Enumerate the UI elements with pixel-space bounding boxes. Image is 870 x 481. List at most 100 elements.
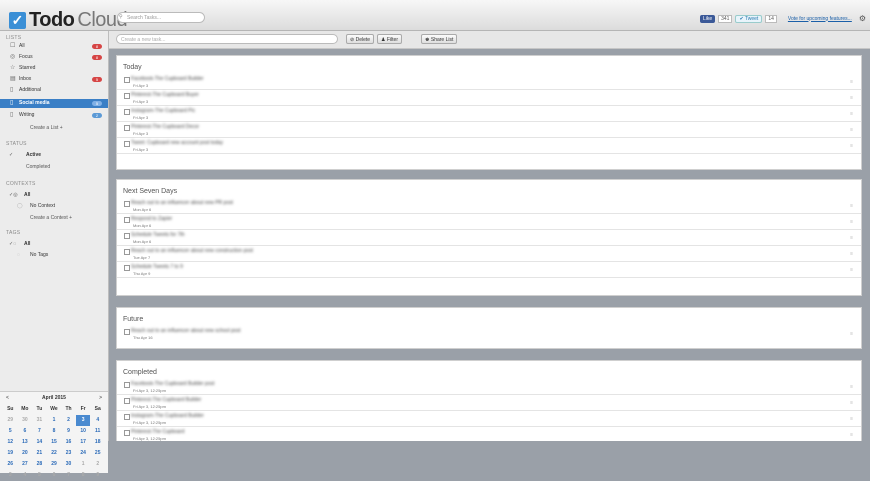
task-checkbox[interactable] bbox=[124, 141, 130, 147]
calendar-day[interactable]: 16 bbox=[61, 437, 76, 448]
sidebar-item-all[interactable]: ☐ All 8 bbox=[0, 42, 108, 51]
more-icon[interactable]: ≡ bbox=[850, 384, 853, 390]
task-row[interactable]: Reach out to an influencer about new sch… bbox=[117, 327, 861, 342]
task-checkbox[interactable] bbox=[124, 265, 130, 271]
task-row[interactable]: Respond to Zapier Mon Apr 6 ≡ bbox=[117, 215, 861, 230]
sidebar-item-writing[interactable]: ▯ Writing 2 bbox=[0, 111, 108, 120]
calendar-day[interactable]: 25 bbox=[90, 448, 105, 459]
more-icon[interactable]: ≡ bbox=[850, 127, 853, 133]
more-icon[interactable]: ≡ bbox=[850, 143, 853, 149]
more-icon[interactable]: ≡ bbox=[850, 219, 853, 225]
calendar-day[interactable]: 12 bbox=[3, 437, 18, 448]
calendar-day[interactable]: 30 bbox=[61, 459, 76, 470]
tweet-button[interactable]: ✔ Tweet bbox=[735, 14, 763, 23]
calendar-day[interactable]: 27 bbox=[18, 459, 33, 470]
more-icon[interactable]: ≡ bbox=[850, 95, 853, 101]
task-checkbox[interactable] bbox=[124, 430, 130, 436]
calendar-day[interactable]: 8 bbox=[76, 470, 91, 481]
task-checkbox[interactable] bbox=[124, 125, 130, 131]
more-icon[interactable]: ≡ bbox=[850, 79, 853, 85]
calendar-day[interactable]: 21 bbox=[32, 448, 47, 459]
sidebar-item-starred[interactable]: ☆ Starred bbox=[0, 64, 108, 73]
task-row[interactable]: Pinterest-The Cupboard Decor Fri Apr 3 ≡ bbox=[117, 123, 861, 138]
more-icon[interactable]: ≡ bbox=[850, 432, 853, 438]
calendar-day[interactable]: 14 bbox=[32, 437, 47, 448]
more-icon[interactable]: ≡ bbox=[850, 331, 853, 337]
task-checkbox[interactable] bbox=[124, 109, 130, 115]
more-icon[interactable]: ≡ bbox=[850, 235, 853, 241]
calendar-day[interactable]: 18 bbox=[90, 437, 105, 448]
task-checkbox[interactable] bbox=[124, 201, 130, 207]
status-active[interactable]: Active bbox=[26, 152, 41, 158]
task-checkbox[interactable] bbox=[124, 414, 130, 420]
task-checkbox[interactable] bbox=[124, 398, 130, 404]
task-row[interactable]: Reach out to an influencer about new con… bbox=[117, 247, 861, 262]
task-row[interactable]: Pinterest-The Cupboard Buyer Fri Apr 3 ≡ bbox=[117, 91, 861, 106]
task-row[interactable]: Reach out to an influencer about new PR … bbox=[117, 199, 861, 214]
calendar-day[interactable]: 4 bbox=[18, 470, 33, 481]
more-icon[interactable]: ≡ bbox=[850, 111, 853, 117]
calendar-day-today[interactable]: 3 bbox=[75, 415, 91, 426]
context-none[interactable]: No Context bbox=[30, 203, 55, 209]
calendar-day[interactable]: 26 bbox=[3, 459, 18, 470]
task-row[interactable]: Tweet: Cupboard new account post today Fr… bbox=[117, 139, 861, 154]
task-checkbox[interactable] bbox=[124, 382, 130, 388]
more-icon[interactable]: ≡ bbox=[850, 203, 853, 209]
vote-features-link[interactable]: Vote for upcoming features... bbox=[788, 16, 852, 22]
calendar-day[interactable]: 7 bbox=[61, 470, 76, 481]
sidebar-item-additional[interactable]: ▯ Additional bbox=[0, 86, 108, 95]
search-input[interactable]: Search Tasks... bbox=[117, 12, 205, 23]
more-icon[interactable]: ≡ bbox=[850, 416, 853, 422]
task-checkbox[interactable] bbox=[124, 233, 130, 239]
share-list-button[interactable]: ♚ Share List bbox=[421, 34, 458, 44]
calendar-day[interactable]: 29 bbox=[47, 459, 62, 470]
context-all[interactable]: All bbox=[24, 192, 30, 198]
facebook-like-button[interactable]: Like bbox=[699, 14, 716, 23]
calendar-day[interactable]: 9 bbox=[90, 470, 105, 481]
calendar-day[interactable]: 31 bbox=[32, 415, 47, 426]
task-row[interactable]: Schedule Tweets for 7th Mon Apr 6 ≡ bbox=[117, 231, 861, 246]
more-icon[interactable]: ≡ bbox=[850, 400, 853, 406]
calendar-day[interactable]: 30 bbox=[18, 415, 33, 426]
calendar-day[interactable]: 23 bbox=[61, 448, 76, 459]
calendar-day[interactable]: 13 bbox=[18, 437, 33, 448]
calendar-day[interactable]: 20 bbox=[18, 448, 33, 459]
tag-all[interactable]: All bbox=[24, 241, 30, 247]
calendar-day[interactable]: 9 bbox=[61, 426, 76, 437]
calendar-day[interactable]: 1 bbox=[47, 415, 62, 426]
calendar-day[interactable]: 24 bbox=[76, 448, 91, 459]
tag-none[interactable]: No Tags bbox=[30, 252, 48, 258]
calendar-day[interactable]: 5 bbox=[32, 470, 47, 481]
calendar-day[interactable]: 6 bbox=[18, 426, 33, 437]
app-logo[interactable]: ✓ Todo Cloud bbox=[9, 9, 128, 32]
task-row[interactable]: Facebook-The Cupboard Builder post Fri Ap… bbox=[117, 380, 861, 395]
task-row[interactable]: Instagram-The Cupboard Pic Fri Apr 3 ≡ bbox=[117, 107, 861, 122]
calendar-day[interactable]: 4 bbox=[90, 415, 105, 426]
calendar-day[interactable]: 3 bbox=[3, 470, 18, 481]
delete-button[interactable]: ⊘ Delete bbox=[346, 34, 375, 44]
task-row[interactable]: Instagram-The Cupboard Builder Fri Apr 3,… bbox=[117, 412, 861, 427]
calendar-day[interactable]: 19 bbox=[3, 448, 18, 459]
calendar-day[interactable]: 1 bbox=[76, 459, 91, 470]
task-row[interactable]: Facebook-The Cupboard Builder Fri Apr 3 ≡ bbox=[117, 75, 861, 90]
more-icon[interactable]: ≡ bbox=[850, 267, 853, 273]
create-context-link[interactable]: Create a Context + bbox=[30, 215, 72, 221]
task-row[interactable]: Pinterest-The Cupboard Builder Fri Apr 3,… bbox=[117, 396, 861, 411]
calendar-day[interactable]: 22 bbox=[47, 448, 62, 459]
task-checkbox[interactable] bbox=[124, 93, 130, 99]
calendar-day[interactable]: 29 bbox=[3, 415, 18, 426]
task-checkbox[interactable] bbox=[124, 77, 130, 83]
filter-button[interactable]: ♟ Filter bbox=[377, 34, 402, 44]
sidebar-item-inbox[interactable]: ▤ Inbox 5 bbox=[0, 75, 108, 84]
create-list-link[interactable]: Create a List + bbox=[30, 125, 63, 131]
task-checkbox[interactable] bbox=[124, 249, 130, 255]
calendar-day[interactable]: 6 bbox=[47, 470, 62, 481]
calendar-day[interactable]: 2 bbox=[90, 459, 105, 470]
settings-icon[interactable]: ⚙ bbox=[859, 14, 866, 23]
task-row[interactable]: Schedule Tweets 7 to 9 Thu Apr 9 ≡ bbox=[117, 263, 861, 278]
calendar-day[interactable]: 5 bbox=[3, 426, 18, 437]
status-completed[interactable]: Completed bbox=[26, 164, 50, 170]
new-task-input[interactable]: Create a new task... bbox=[116, 34, 338, 44]
task-checkbox[interactable] bbox=[124, 329, 130, 335]
calendar-day[interactable]: 15 bbox=[47, 437, 62, 448]
